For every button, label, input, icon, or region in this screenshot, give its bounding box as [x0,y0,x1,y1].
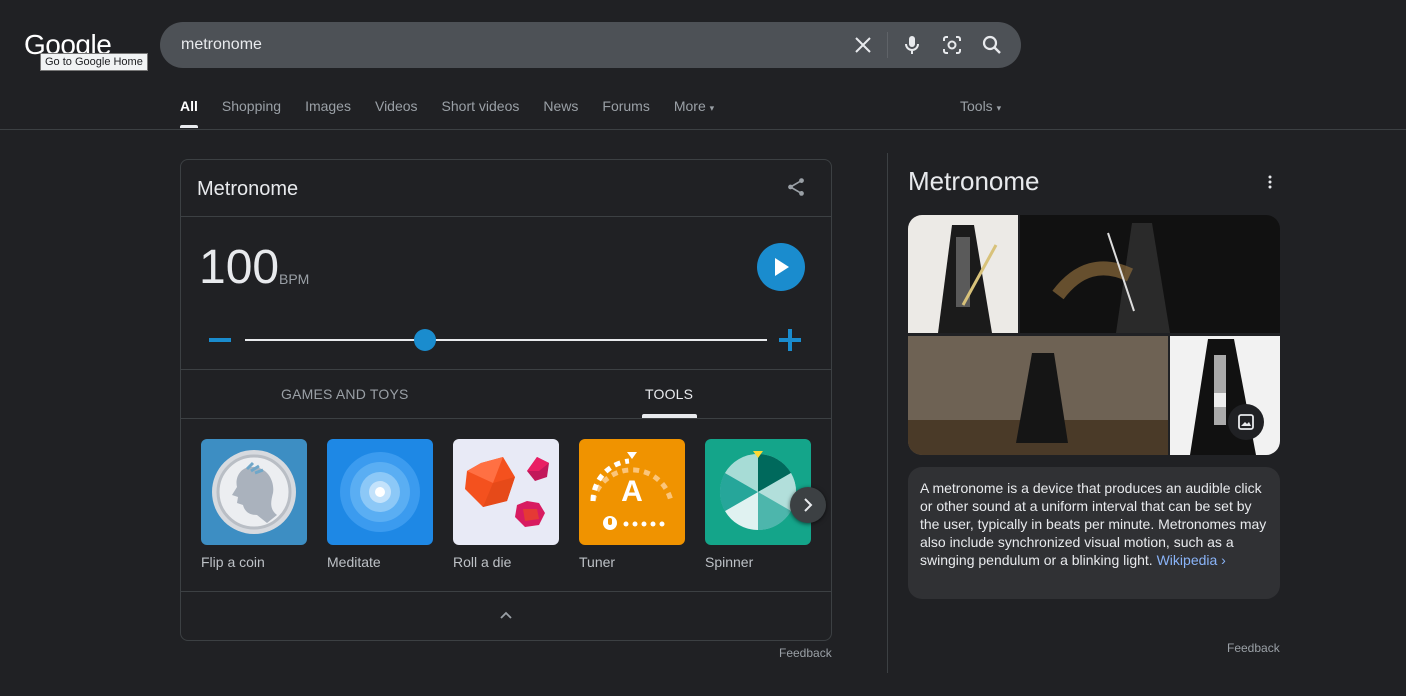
image-gallery[interactable] [908,215,1280,455]
plus-icon[interactable] [788,329,792,351]
caret-down-icon: ▾ [709,103,715,113]
feedback-link[interactable]: Feedback [1227,641,1280,655]
wikipedia-link[interactable]: Wikipedia › [1157,552,1226,568]
bpm-unit: BPM [279,271,310,287]
tab-short-videos[interactable]: Short videos [442,98,520,128]
meditate-icon [327,439,433,545]
divider [181,216,831,217]
chevron-up-icon[interactable] [498,607,514,623]
tool-roll-a-die[interactable]: Roll a die [453,439,559,570]
header-divider [0,129,1406,130]
image-icon [1238,414,1254,430]
tab-more-label: More [673,98,706,114]
bpm-slider-track[interactable] [245,339,767,341]
knowledge-panel-title: Metronome [908,166,1040,196]
tuner-note: A [621,475,643,508]
feedback-link[interactable]: Feedback [779,646,832,660]
metronome-image-3[interactable] [908,336,1168,455]
tool-label: Spinner [705,554,754,570]
clear-icon[interactable] [851,33,875,57]
description-box: A metronome is a device that produces an… [908,467,1280,599]
search-tabs: All Shopping Images Videos Short videos … [180,98,738,128]
tab-all[interactable]: All [180,98,198,128]
tool-label: Meditate [327,554,381,570]
metronome-image-2[interactable] [1020,215,1280,333]
card-title: Metronome [197,178,299,200]
dice-icon [453,439,559,545]
tab-games-and-toys[interactable]: GAMES AND TOYS [281,386,409,402]
tool-flip-a-coin[interactable]: Flip a coin [201,439,307,570]
microphone-icon[interactable] [900,33,924,57]
search-input[interactable]: metronome [181,36,262,54]
metronome-image-1[interactable] [908,215,1018,333]
tuner-icon: A [579,439,685,545]
search-bar[interactable]: metronome [160,22,1021,68]
metronome-card: Metronome 100 BPM GAMES AND TOYS TOOLS F… [180,159,832,641]
caret-down-icon: ▾ [996,103,1002,113]
tab-shopping[interactable]: Shopping [222,98,281,128]
tool-tuner[interactable]: A Tuner [579,439,685,570]
tab-news[interactable]: News [543,98,578,128]
tab-images[interactable]: Images [305,98,351,128]
bpm-value: 100 [199,241,280,294]
divider [181,418,831,419]
tool-label: Roll a die [453,554,512,570]
tab-forums[interactable]: Forums [602,98,649,128]
image-search-button[interactable] [1228,404,1264,440]
coin-icon [201,439,307,545]
more-options-icon[interactable] [1262,174,1278,190]
carousel-next-button[interactable] [790,487,826,523]
tab-videos[interactable]: Videos [375,98,418,128]
decrease-bpm-button[interactable] [209,338,231,342]
tool-meditate[interactable]: Meditate [327,439,433,570]
play-button[interactable] [757,243,805,291]
panel-divider [887,153,888,673]
logo-tooltip: Go to Google Home [40,53,148,71]
tool-label: Tuner [579,554,616,570]
tools-label: Tools [960,98,993,114]
play-icon [775,258,789,276]
divider [181,591,831,592]
tool-label: Flip a coin [201,554,265,570]
bpm-slider-thumb[interactable] [414,329,436,351]
chevron-right-icon [804,498,813,512]
divider [181,369,831,370]
tools-menu[interactable]: Tools ▾ [960,98,1001,114]
search-divider [887,32,888,58]
tab-tools[interactable]: TOOLS [645,386,693,402]
share-icon[interactable] [785,176,807,198]
tab-more[interactable]: More ▾ [674,98,714,128]
metronome-image-4[interactable] [1170,336,1280,455]
search-icon[interactable] [980,33,1004,57]
lens-icon[interactable] [940,33,964,57]
